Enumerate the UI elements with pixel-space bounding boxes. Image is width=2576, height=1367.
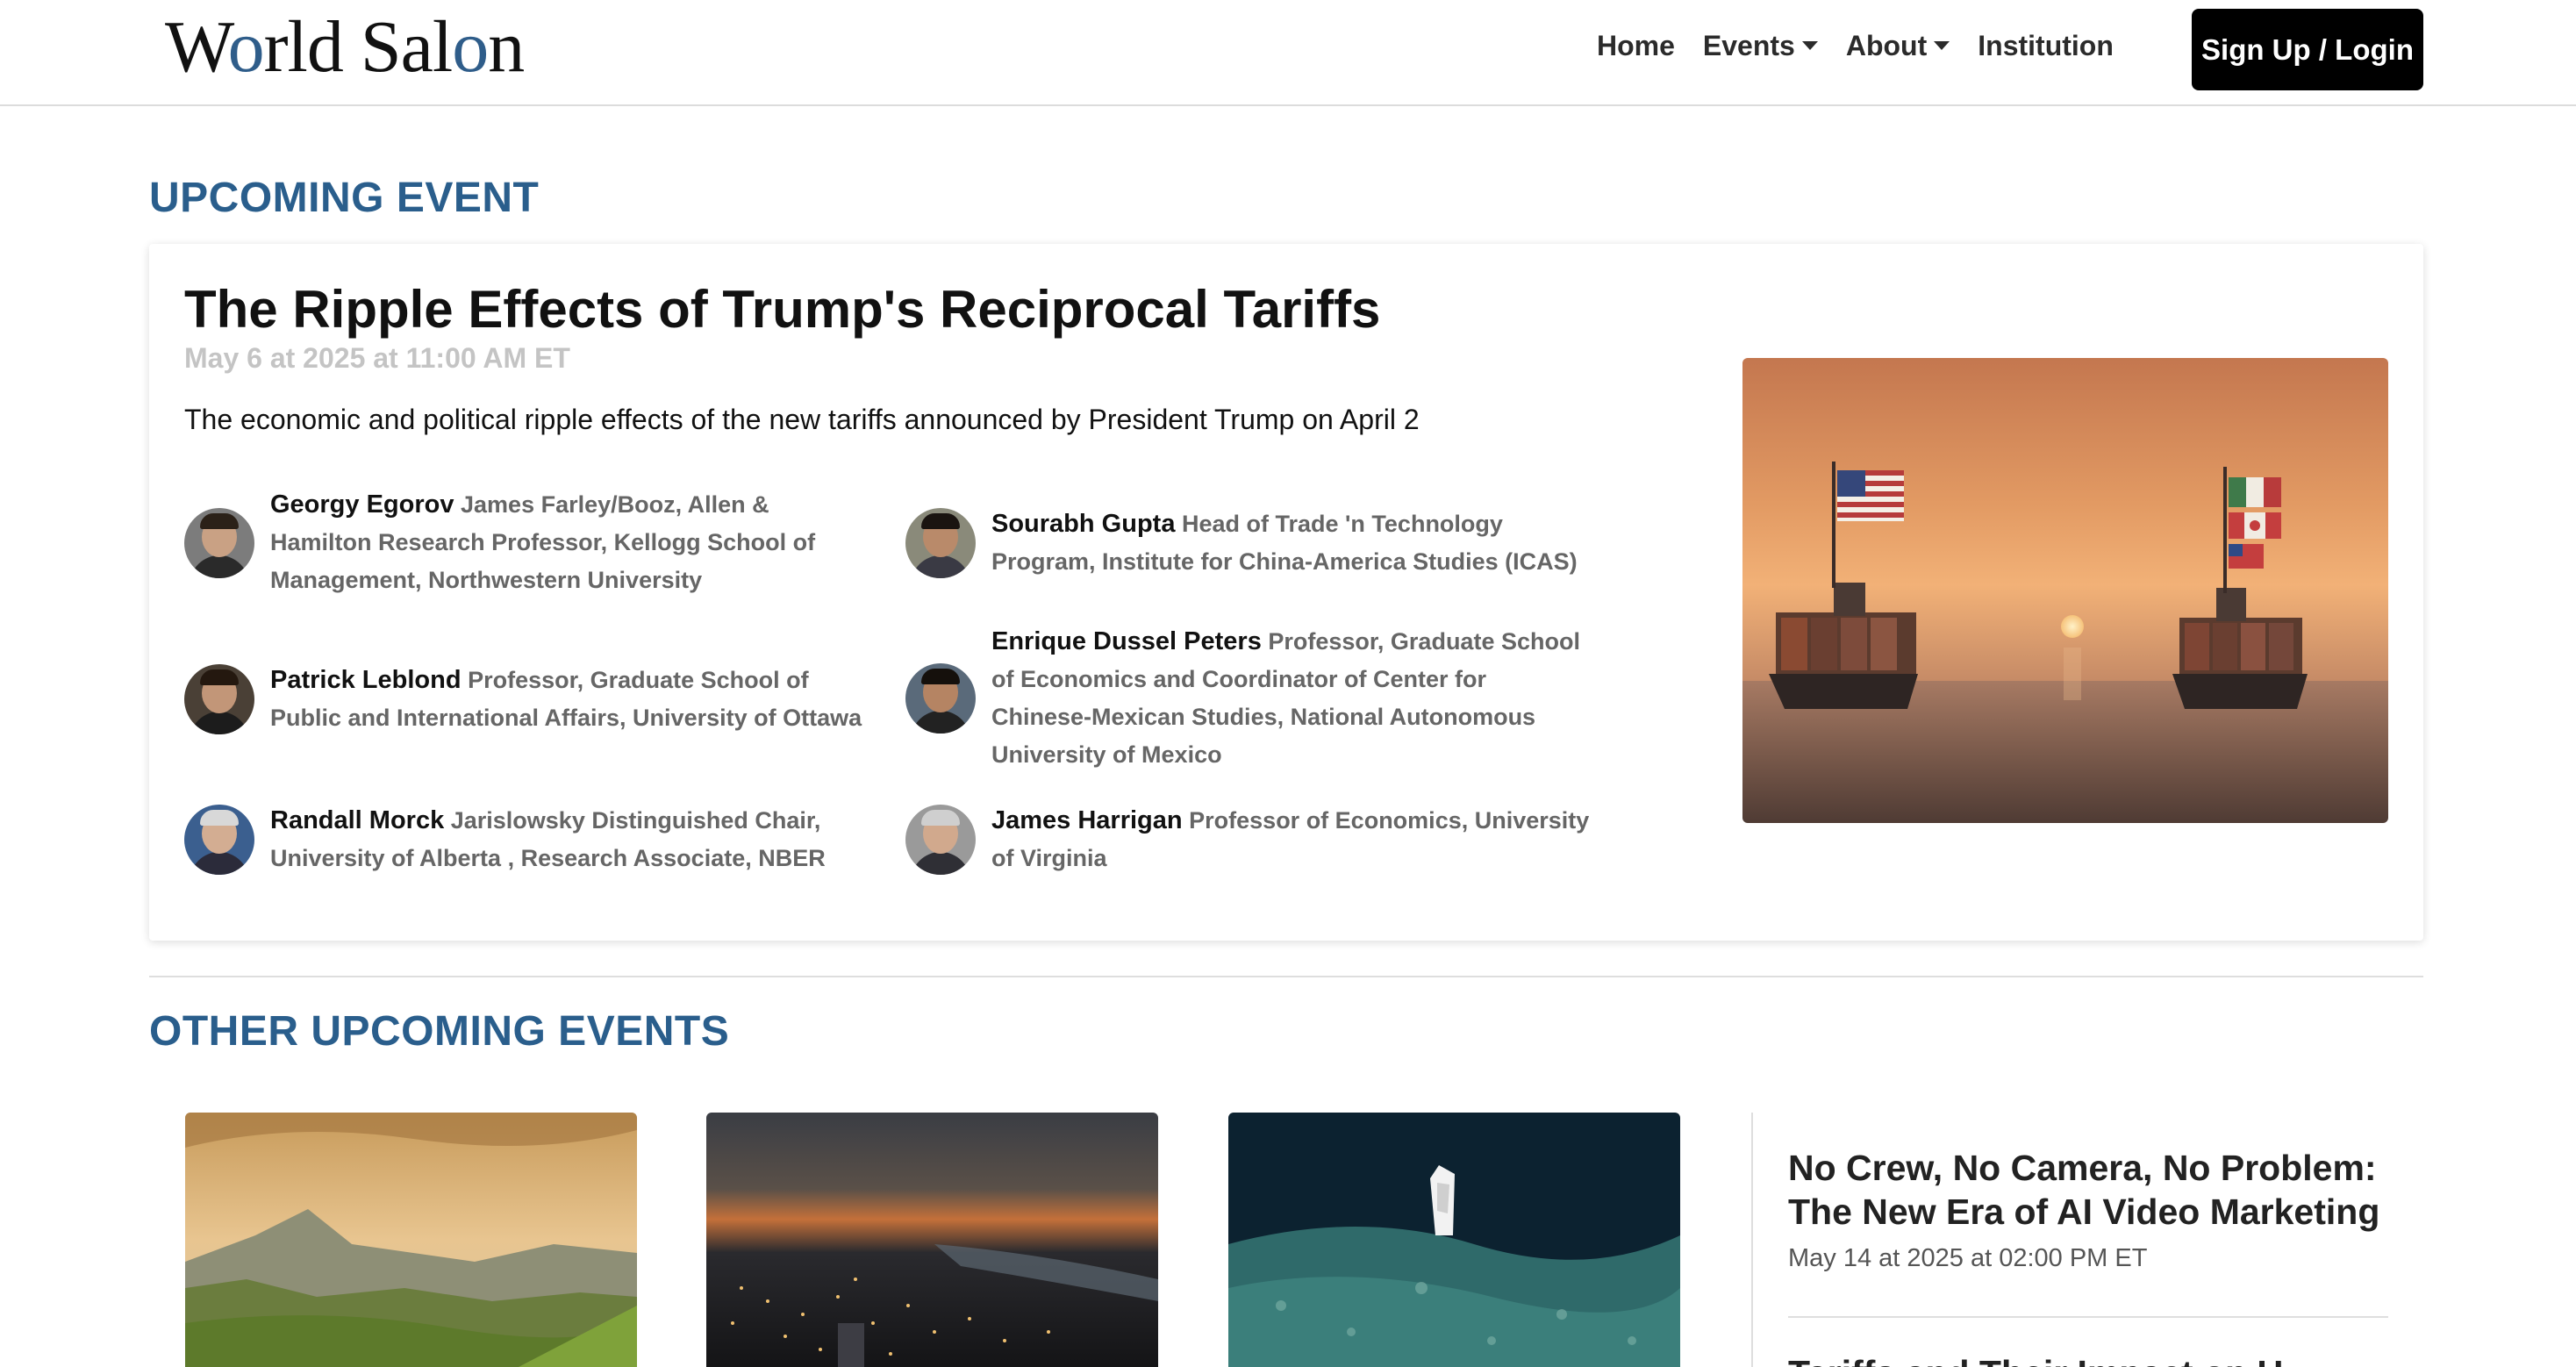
nav-institution-link[interactable]: Institution	[1978, 30, 2114, 62]
speaker-item: Georgy Egorov James Farley/Booz, Allen &…	[184, 486, 869, 599]
section-divider	[149, 976, 2423, 977]
world-salon-logo[interactable]: World Salon	[165, 5, 525, 89]
mountain-landscape-image	[185, 1113, 637, 1367]
side-event-title[interactable]: No Crew, No Camera, No Problem: The New …	[1788, 1146, 2402, 1234]
cargo-ships-sunset-image	[1742, 358, 2388, 823]
top-navbar: World Salon Home Events About Institutio…	[0, 0, 2576, 106]
side-divider	[1788, 1316, 2388, 1318]
caret-down-icon	[1934, 41, 1950, 50]
side-event-title-next[interactable]: Tariffs and Their Impact on U	[1788, 1351, 2402, 1367]
speaker-info: Sourabh Gupta Head of Trade 'n Technolog…	[991, 505, 1590, 581]
speaker-avatar	[184, 805, 254, 875]
nav-events-dropdown[interactable]: Events	[1703, 30, 1818, 62]
speaker-item: Patrick Leblond Professor, Graduate Scho…	[184, 662, 886, 737]
speaker-name: Georgy Egorov	[270, 490, 454, 519]
speaker-avatar	[905, 805, 976, 875]
speaker-avatar	[184, 507, 254, 578]
speaker-info: James Harrigan Professor of Economics, U…	[991, 802, 1590, 877]
speaker-info: Enrique Dussel Peters Professor, Graduat…	[991, 623, 1590, 774]
event-card-thumbnail[interactable]	[706, 1113, 1158, 1367]
nav-about-dropdown[interactable]: About	[1846, 30, 1950, 62]
speaker-item: Enrique Dussel Peters Professor, Graduat…	[905, 623, 1590, 774]
speaker-name: Patrick Leblond	[270, 666, 462, 694]
caret-down-icon	[1801, 41, 1818, 50]
side-column-border	[1751, 1113, 1753, 1367]
main-nav: Home Events About Institution	[1597, 25, 2142, 67]
speaker-item: James Harrigan Professor of Economics, U…	[905, 802, 1590, 877]
event-date: May 6 at 2025 at 11:00 AM ET	[184, 342, 570, 374]
speaker-name: James Harrigan	[991, 806, 1183, 834]
upcoming-event-card[interactable]: The Ripple Effects of Trump's Reciprocal…	[149, 244, 2423, 941]
speaker-avatar	[905, 508, 976, 578]
signup-login-button[interactable]: Sign Up / Login	[2192, 9, 2423, 90]
side-event-date: May 14 at 2025 at 02:00 PM ET	[1788, 1244, 2148, 1272]
nav-home-link[interactable]: Home	[1597, 30, 1675, 62]
event-hero-image[interactable]	[1742, 358, 2388, 823]
city-night-image	[706, 1113, 1158, 1367]
event-card-thumbnail[interactable]	[185, 1113, 637, 1367]
event-card-thumbnail[interactable]	[1228, 1113, 1680, 1367]
boat-aerial-image	[1228, 1113, 1680, 1367]
speaker-avatar	[905, 663, 976, 734]
speaker-info: Patrick Leblond Professor, Graduate Scho…	[270, 662, 886, 737]
other-events-heading: OTHER UPCOMING EVENTS	[149, 1008, 730, 1055]
speaker-item: Sourabh Gupta Head of Trade 'n Technolog…	[905, 505, 1590, 581]
speaker-name: Randall Morck	[270, 806, 445, 834]
upcoming-event-heading: UPCOMING EVENT	[149, 175, 540, 221]
speaker-info: Randall Morck Jarislowsky Distinguished …	[270, 802, 869, 877]
speaker-name: Sourabh Gupta	[991, 510, 1176, 538]
event-description: The economic and political ripple effect…	[184, 404, 1420, 435]
speaker-avatar	[184, 664, 254, 734]
speaker-item: Randall Morck Jarislowsky Distinguished …	[184, 802, 869, 877]
speaker-name: Enrique Dussel Peters	[991, 627, 1262, 655]
speaker-info: Georgy Egorov James Farley/Booz, Allen &…	[270, 486, 869, 599]
event-title[interactable]: The Ripple Effects of Trump's Reciprocal…	[184, 279, 1380, 340]
